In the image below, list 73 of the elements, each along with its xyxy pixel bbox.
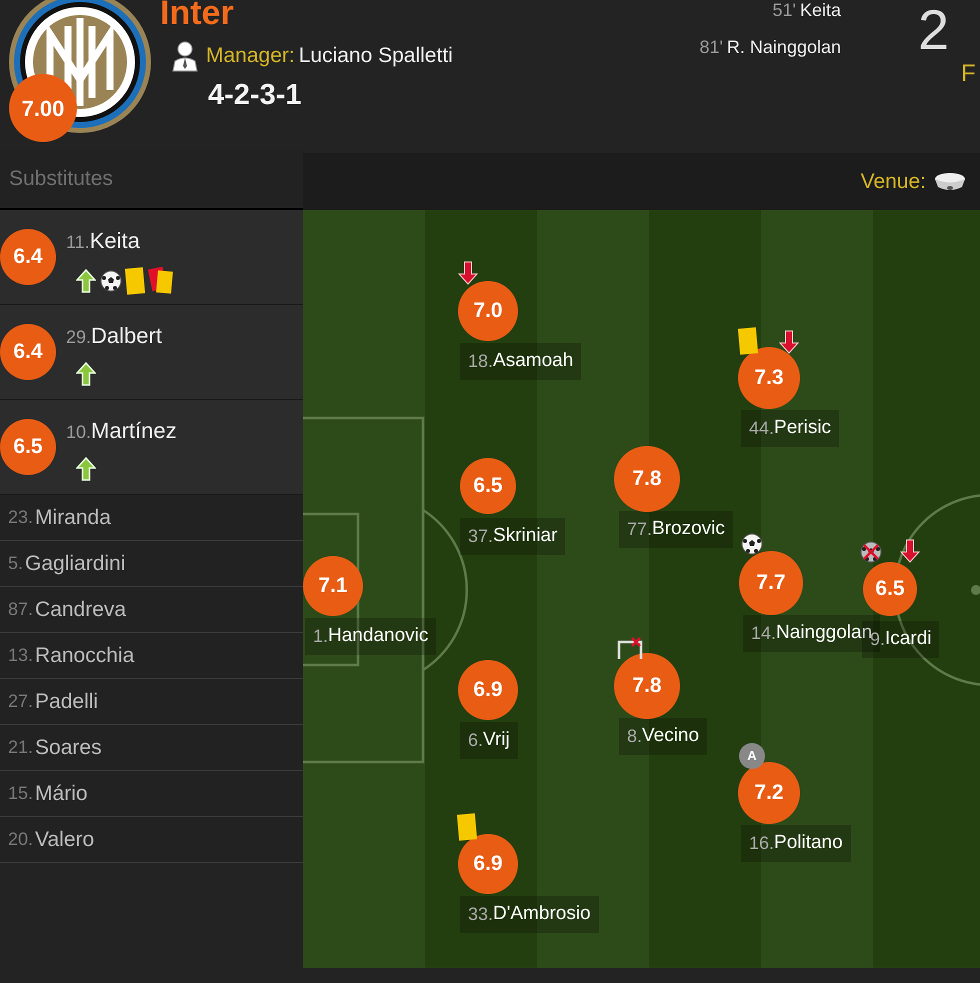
player-number: 27. — [8, 690, 34, 713]
player-number: 8. — [627, 725, 642, 748]
up-arrow-icon — [76, 362, 96, 386]
player-name: Handanovic — [328, 624, 428, 648]
player-name: Gagliardini — [25, 550, 126, 577]
goal-frame-icon — [617, 636, 643, 660]
manager-name: Luciano Spalletti — [298, 43, 453, 70]
player-number: 1. — [313, 625, 328, 648]
cards-icon — [148, 267, 176, 295]
player-name: Icardi — [885, 627, 932, 652]
player-name: Miranda — [35, 504, 111, 531]
player-number: 33. — [468, 903, 494, 926]
player-name: Soares — [35, 734, 102, 761]
player-name: Keita — [90, 227, 140, 255]
player-number: 11. — [66, 231, 90, 254]
stadium-icon — [934, 170, 966, 192]
manager-label: Manager: — [206, 43, 295, 70]
goal-minute: 81' — [699, 36, 723, 59]
player-name: Asamoah — [493, 349, 574, 374]
up-arrow-icon — [76, 269, 96, 293]
player-number: 6. — [468, 729, 484, 752]
player-number: 14. — [751, 622, 776, 645]
player-number: 13. — [8, 644, 34, 667]
player-number: 15. — [8, 782, 34, 805]
player-number: 9. — [870, 629, 886, 651]
person-icon — [172, 40, 198, 72]
venue-label: Venue: — [860, 168, 926, 195]
player-name: Vecino — [642, 724, 700, 748]
player-name: Politano — [774, 831, 843, 856]
player-number: 87. — [8, 598, 34, 621]
player-number: 18. — [468, 350, 494, 373]
goal-scorer: R. Nainggolan — [726, 36, 841, 59]
player-number: 44. — [749, 417, 774, 440]
player-number: 23. — [8, 506, 34, 529]
player-number: 21. — [8, 736, 34, 759]
player-number: 5. — [8, 552, 24, 575]
player-name: Candreva — [35, 596, 126, 623]
rating-badge: 7.00 — [9, 74, 77, 142]
player-name: Mário — [35, 780, 88, 807]
player-name: D'Ambrosio — [493, 902, 591, 926]
player-number: 37. — [468, 525, 494, 548]
down-arrow-icon — [458, 261, 478, 285]
player-name: Padelli — [35, 688, 98, 715]
goal-minute: 51' — [772, 0, 796, 22]
up-arrow-icon — [76, 457, 96, 481]
player-number: 20. — [8, 828, 34, 851]
rating-badge: 6.5 — [0, 419, 56, 475]
player-name: Perisic — [774, 416, 832, 440]
player-name: Ranocchia — [35, 642, 134, 669]
player-number: 10. — [66, 421, 92, 444]
crossed-ball-icon — [860, 541, 882, 563]
booking-card-icon — [124, 267, 146, 295]
ball-icon — [741, 533, 763, 555]
player-name: Vrij — [483, 728, 510, 752]
down-arrow-icon — [779, 330, 799, 354]
rating-badge: 6.4 — [0, 229, 56, 285]
player-name: Dalbert — [91, 322, 162, 350]
score: 2 — [918, 2, 950, 58]
player-name: Martínez — [91, 417, 177, 445]
player-number: 16. — [749, 832, 774, 855]
player-name: Skriniar — [493, 524, 558, 548]
player-name: Valero — [35, 826, 94, 853]
team-name: Inter — [160, 0, 235, 30]
ball-icon — [100, 270, 122, 292]
goal-scorer: Keita — [800, 0, 841, 22]
player-name: Brozovic — [652, 517, 725, 542]
player-name: Nainggolan — [776, 621, 872, 644]
down-arrow-icon — [900, 539, 920, 563]
score-note: F — [961, 62, 976, 86]
player-number: 29. — [66, 326, 92, 349]
player-number: 77. — [627, 518, 652, 541]
rating-badge: 6.4 — [0, 324, 56, 380]
formation: 4-2-3-1 — [208, 78, 302, 113]
